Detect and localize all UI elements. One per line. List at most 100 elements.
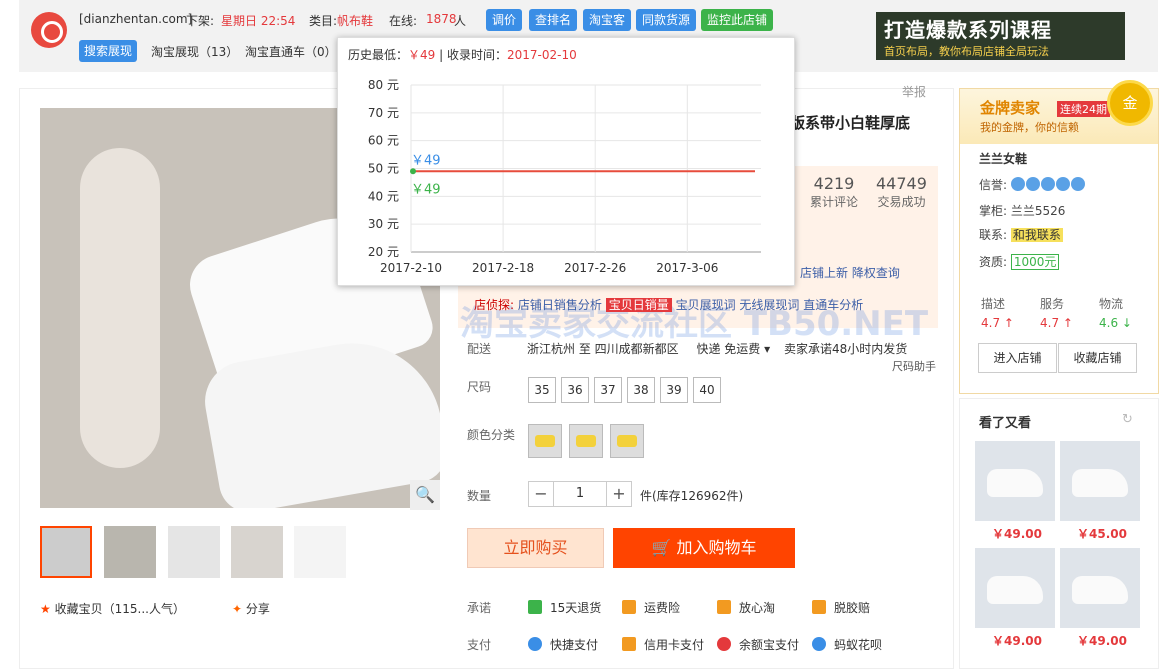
- score-description: 描述 4.7 ↑: [981, 295, 1014, 330]
- deposit-badge[interactable]: 1000元: [1010, 254, 1060, 270]
- crown-icon: [1025, 177, 1040, 191]
- tab-direct-train[interactable]: 淘宝直通车（0）: [245, 43, 337, 60]
- favorite-item-button[interactable]: ★ 收藏宝贝（115...人气）: [40, 600, 185, 617]
- online-value: 1878: [426, 12, 457, 26]
- see-also-price: ￥49.00: [1077, 634, 1127, 648]
- y-tick-label: 80 元: [368, 78, 399, 92]
- product-title: 版系带小白鞋厚底: [790, 114, 911, 132]
- record-date-label: 收录时间：: [447, 48, 508, 62]
- share-button[interactable]: ✦ 分享: [232, 600, 270, 617]
- tab-search-display[interactable]: 搜索展现: [79, 40, 138, 62]
- quick-pay-icon: [528, 637, 542, 651]
- quantity-label: 数量: [467, 489, 492, 503]
- promise-shipping-insurance[interactable]: 运费险: [622, 599, 680, 616]
- promise-text: 运费险: [644, 601, 681, 615]
- contact-seller-button[interactable]: 和我联系: [1010, 228, 1063, 242]
- site-label[interactable]: [dianzhentan.com]: [79, 12, 192, 26]
- check-rank-button[interactable]: 查排名: [529, 9, 578, 31]
- online-label: 在线:: [389, 14, 418, 28]
- quantity-decrease-button[interactable]: −: [528, 481, 554, 507]
- tool-item-daily-sales[interactable]: 宝贝日销量: [605, 298, 672, 312]
- monitor-shop-button[interactable]: 监控此店铺: [701, 9, 774, 31]
- refresh-icon[interactable]: ↻: [1122, 412, 1133, 427]
- review-count[interactable]: 4219 累计评论: [810, 174, 858, 210]
- shipping-promise: 卖家承诺48小时内发货: [783, 342, 908, 356]
- thumbnail[interactable]: [294, 526, 346, 578]
- pay-huabei[interactable]: 蚂蚁花呗: [812, 636, 882, 653]
- promise-text: 放心淘: [739, 601, 776, 615]
- see-also-item-image[interactable]: [975, 441, 1055, 521]
- see-also-item-image[interactable]: [1060, 441, 1140, 521]
- thumbnail[interactable]: [168, 526, 220, 578]
- y-tick-label: 50 元: [368, 162, 399, 176]
- keeper-row: 掌柜: 兰兰5526: [979, 202, 1065, 219]
- banner-title: 打造爆款系列课程: [884, 18, 1052, 42]
- pay-yuebao[interactable]: 余额宝支付: [717, 636, 799, 653]
- promise-label: 承诺: [467, 601, 492, 615]
- max-price-label: ￥49: [411, 153, 441, 168]
- size-option[interactable]: 37: [594, 377, 622, 403]
- thumbnail[interactable]: [231, 526, 283, 578]
- insurance-icon: [622, 600, 636, 614]
- tool-item-keywords[interactable]: 宝贝展现词: [676, 298, 736, 312]
- report-link[interactable]: 举报: [902, 83, 926, 100]
- course-banner[interactable]: 打造爆款系列课程 首页布局，教你布局店铺全局玩法: [876, 12, 1125, 60]
- size-option[interactable]: 35: [528, 377, 556, 403]
- pay-credit-card[interactable]: 信用卡支付: [622, 636, 704, 653]
- size-option[interactable]: 39: [660, 377, 688, 403]
- y-tick-label: 20 元: [368, 245, 399, 259]
- share-icon: ✦: [232, 602, 243, 616]
- tab-taobao-display[interactable]: 淘宝展现（13）: [151, 43, 238, 60]
- see-also-price: ￥49.00: [992, 527, 1042, 541]
- x-tick-label: 2017-2-26: [564, 261, 626, 275]
- color-option[interactable]: [569, 424, 603, 458]
- size-option[interactable]: 38: [627, 377, 655, 403]
- enter-shop-button[interactable]: 进入店铺: [978, 343, 1057, 373]
- score-value: 4.6 ↓: [1099, 316, 1132, 330]
- quantity-increase-button[interactable]: +: [606, 481, 632, 507]
- offshelf-value: 星期日 22:54: [221, 14, 296, 28]
- y-tick-label: 70 元: [368, 106, 399, 120]
- shop-links[interactable]: 店铺上新 降权查询: [800, 264, 900, 281]
- see-also-item-image[interactable]: [975, 548, 1055, 628]
- promise-degum-compensation[interactable]: 脱胶赔: [812, 599, 870, 616]
- shipping-route[interactable]: 浙江杭州 至 四川成都新都区: [527, 342, 679, 356]
- quantity-input[interactable]: 1: [554, 481, 606, 507]
- crown-icon: [1055, 177, 1070, 191]
- min-price-label: ￥49: [411, 182, 441, 197]
- color-option[interactable]: [610, 424, 644, 458]
- contact-label: 联系:: [979, 228, 1008, 242]
- yuebao-icon: [717, 637, 731, 651]
- y-tick-label: 30 元: [368, 217, 399, 231]
- buy-now-button[interactable]: 立即购买: [467, 528, 604, 568]
- offshelf-label: 下架:: [186, 14, 215, 28]
- size-helper-link[interactable]: 尺码助手: [892, 358, 936, 374]
- tool-direct-train[interactable]: 直通车分析: [803, 298, 863, 312]
- shipping-fee[interactable]: 快递 免运费: [696, 342, 760, 356]
- shop-name[interactable]: 兰兰女鞋: [979, 150, 1027, 167]
- collect-shop-button[interactable]: 收藏店铺: [1058, 343, 1137, 373]
- zoom-icon[interactable]: 🔍: [410, 480, 440, 510]
- color-option[interactable]: [528, 424, 562, 458]
- size-option[interactable]: 40: [693, 377, 721, 403]
- adjust-price-button[interactable]: 调价: [486, 9, 523, 31]
- taobaoke-button[interactable]: 淘宝客: [583, 9, 632, 31]
- see-also-item-image[interactable]: [1060, 548, 1140, 628]
- pay-quick[interactable]: 快捷支付: [528, 636, 598, 653]
- score-logistics: 物流 4.6 ↓: [1099, 295, 1132, 330]
- record-date-value: 2017-02-10: [507, 48, 577, 62]
- share-label: 分享: [245, 602, 270, 616]
- size-option[interactable]: 36: [561, 377, 589, 403]
- crown-icon: [1070, 177, 1085, 191]
- keeper-name[interactable]: 兰兰5526: [1011, 204, 1066, 218]
- thumbnail[interactable]: [40, 526, 92, 578]
- add-to-cart-button[interactable]: 🛒 加入购物车: [613, 528, 795, 568]
- chevron-down-icon: ▾: [764, 342, 771, 356]
- tool-shop-sales[interactable]: 店铺日销售分析: [518, 298, 602, 312]
- thumbnail[interactable]: [104, 526, 156, 578]
- promise-15day-return[interactable]: 15天退货: [528, 599, 601, 616]
- deal-count-value: 44749: [876, 174, 927, 193]
- same-source-button[interactable]: 同款货源: [636, 9, 697, 31]
- promise-safe-shopping[interactable]: 放心淘: [717, 599, 775, 616]
- tool-wireless-keywords[interactable]: 无线展现词: [739, 298, 799, 312]
